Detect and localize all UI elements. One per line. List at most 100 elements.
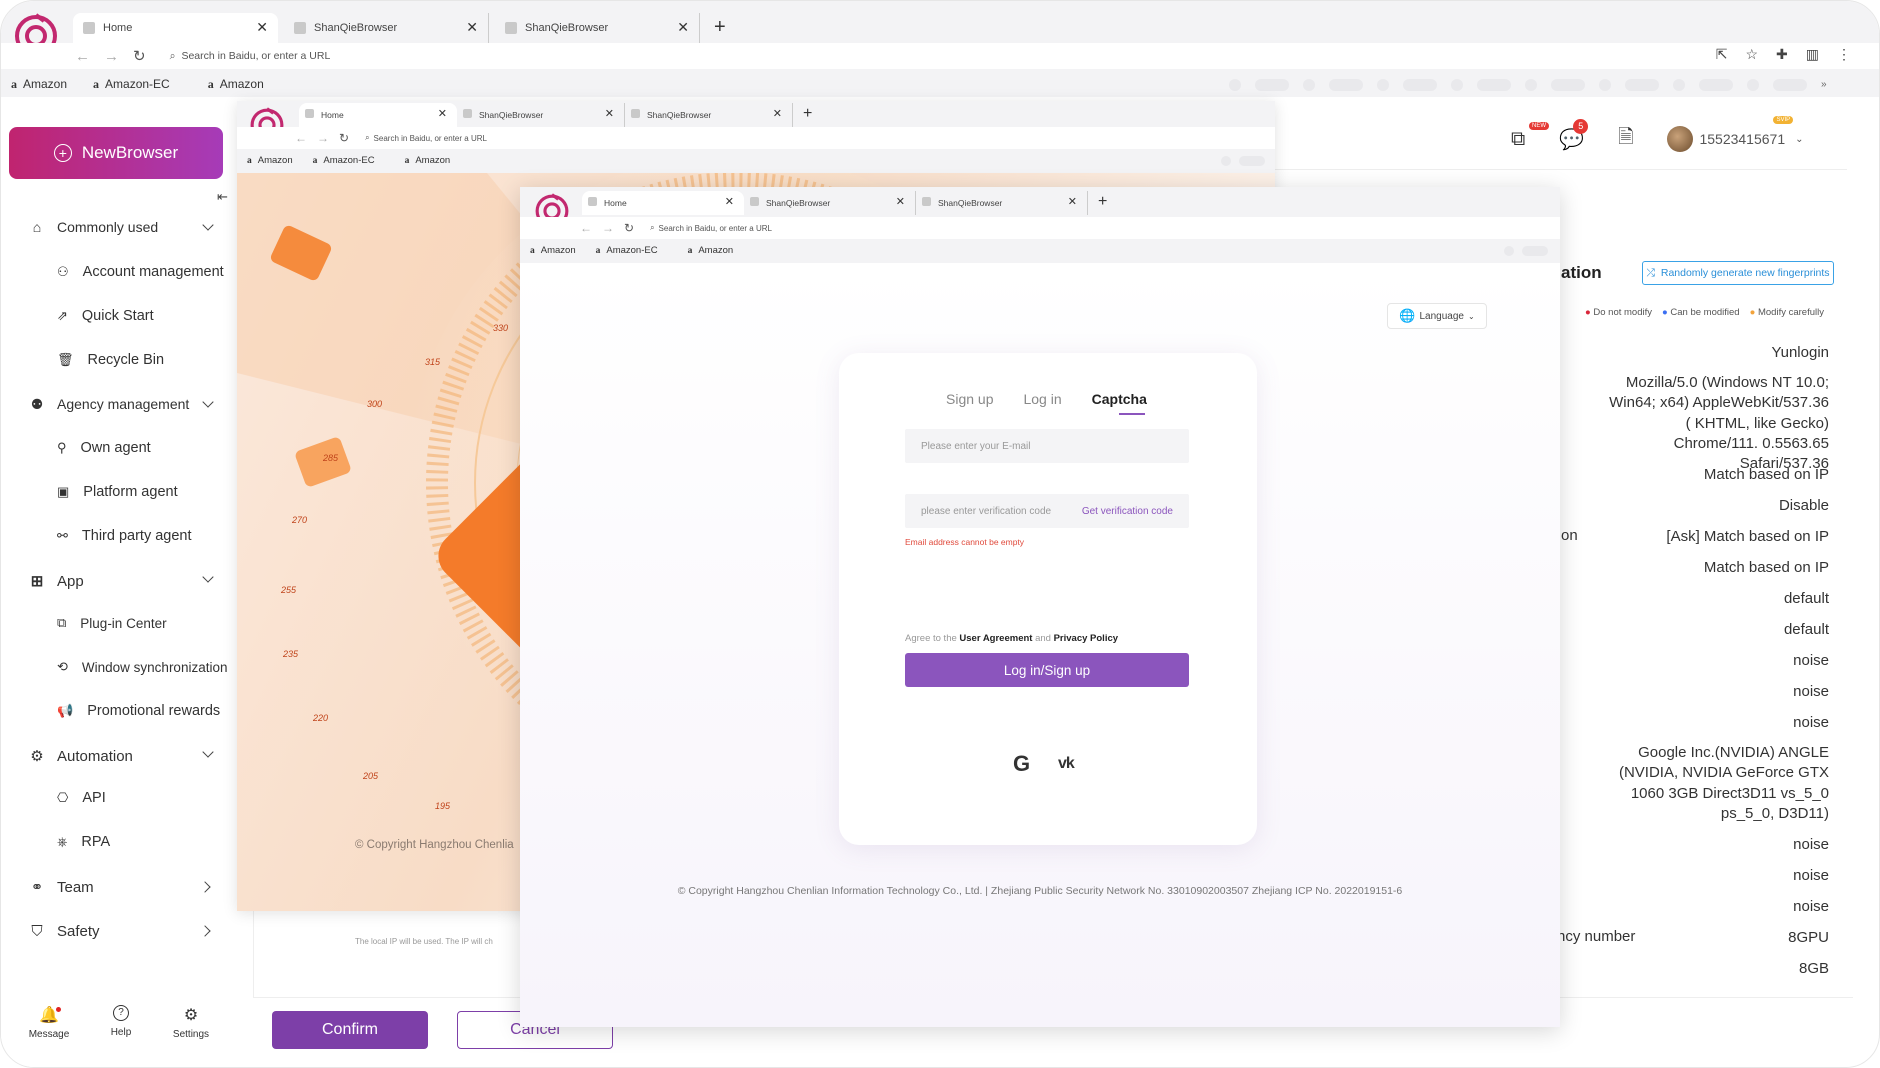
address-bar[interactable]: ⌕ Search in Baidu, or enter a URL bbox=[644, 219, 1524, 237]
get-verification-code-link[interactable]: Get verification code bbox=[1082, 506, 1173, 517]
sidebar-section-agency-management[interactable]: ⚉ Agency management bbox=[27, 394, 190, 414]
random-fingerprint-button[interactable]: ⤮ Randomly generate new fingerprints bbox=[1642, 261, 1834, 285]
close-icon[interactable]: ✕ bbox=[773, 107, 782, 120]
sidebar-section-team[interactable]: ⚭ Team bbox=[27, 877, 94, 897]
sidebar-item-quick-start[interactable]: ⇗ Quick Start bbox=[57, 308, 154, 324]
tab-shanqie[interactable]: ShanQieBrowser ✕ bbox=[457, 103, 625, 127]
sidebar-item-plugin-center[interactable]: ⧉ Plug-in Center bbox=[57, 615, 167, 631]
sidebar-section-automation[interactable]: ⚙ Automation bbox=[27, 746, 133, 766]
chat-button[interactable]: 💬 5 bbox=[1559, 118, 1589, 152]
back-icon[interactable]: ← bbox=[75, 48, 90, 65]
sidebar-section-app[interactable]: ⊞ App bbox=[27, 571, 84, 591]
chevron-down-icon[interactable] bbox=[202, 571, 214, 583]
sidebar-item-account-management[interactable]: ⚇ Account management bbox=[57, 264, 224, 280]
sidebar-item-recycle-bin[interactable]: 🗑 Recycle Bin bbox=[57, 352, 164, 368]
close-icon[interactable]: ✕ bbox=[438, 107, 447, 120]
sidebar-message[interactable]: 🔔 Message bbox=[27, 1005, 71, 1040]
message-label: Message bbox=[28, 1029, 70, 1040]
tab-shanqie[interactable]: ShanQieBrowser ✕ bbox=[916, 191, 1088, 215]
bookmark-amazon[interactable]: a Amazon bbox=[688, 245, 734, 256]
more-icon[interactable]: ⋮ bbox=[1837, 46, 1851, 63]
sidebar-toggle-icon[interactable]: ▥ bbox=[1806, 46, 1819, 63]
forward-icon[interactable]: → bbox=[602, 221, 614, 235]
chevron-right-icon[interactable] bbox=[199, 925, 211, 937]
bookmark-amazon[interactable]: a Amazon bbox=[530, 245, 576, 256]
section-label: Automation bbox=[57, 747, 133, 765]
reload-icon[interactable]: ↻ bbox=[133, 47, 146, 65]
address-bar[interactable]: ⌕ Search in Baidu, or enter a URL bbox=[160, 45, 1720, 67]
user-agreement-link[interactable]: User Agreement bbox=[959, 633, 1032, 644]
new-tab-icon[interactable]: + bbox=[1098, 191, 1107, 215]
collapse-sidebar-icon[interactable]: ⇤ bbox=[217, 189, 228, 205]
tab-captcha[interactable]: Captcha bbox=[1092, 391, 1147, 407]
api-icon: ⎔ bbox=[57, 790, 69, 805]
back-icon[interactable]: ← bbox=[580, 221, 592, 235]
google-login-icon[interactable]: G bbox=[1013, 751, 1030, 777]
bookmark-amazon[interactable]: a Amazon bbox=[247, 155, 293, 166]
close-icon[interactable]: ✕ bbox=[896, 195, 905, 208]
star-icon[interactable]: ☆ bbox=[1745, 46, 1758, 63]
speed-tick-label: 300 bbox=[367, 399, 383, 409]
reload-icon[interactable]: ↻ bbox=[339, 131, 349, 145]
close-icon[interactable]: ✕ bbox=[256, 19, 268, 36]
reload-icon[interactable]: ↻ bbox=[624, 221, 634, 235]
bookmark-amazon-ec[interactable]: a Amazon-EC bbox=[596, 245, 658, 256]
forward-icon[interactable]: → bbox=[104, 48, 119, 65]
bookmark-amazon-ec[interactable]: a Amazon-EC bbox=[93, 77, 170, 92]
chevron-down-icon[interactable] bbox=[202, 219, 214, 231]
new-browser-button[interactable]: + NewBrowser bbox=[9, 127, 223, 179]
sidebar-help[interactable]: ? Help bbox=[99, 1005, 143, 1038]
sidebar-item-platform-agent[interactable]: ▣ Platform agent bbox=[57, 484, 178, 500]
close-icon[interactable]: ✕ bbox=[605, 107, 614, 120]
chevron-right-icon[interactable] bbox=[199, 881, 211, 893]
bookmark-amazon[interactable]: a Amazon bbox=[11, 77, 67, 92]
login-signup-button[interactable]: Log in/Sign up bbox=[905, 653, 1189, 687]
sidebar-item-own-agent[interactable]: ⚲ Own agent bbox=[57, 440, 151, 456]
address-bar[interactable]: ⌕ Search in Baidu, or enter a URL bbox=[359, 129, 1239, 147]
sidebar-section-safety[interactable]: ⛉ Safety bbox=[27, 921, 99, 941]
bookmark-amazon[interactable]: a Amazon bbox=[405, 155, 451, 166]
sidebar-item-third-party-agent[interactable]: ⚯ Third party agent bbox=[57, 528, 192, 544]
sidebar-item-api[interactable]: ⎔ API bbox=[57, 790, 106, 806]
bookmark-label: Amazon bbox=[23, 77, 68, 91]
vk-login-icon[interactable]: vk bbox=[1058, 755, 1075, 773]
tab-sign-up[interactable]: Sign up bbox=[946, 391, 993, 407]
extension-icon[interactable]: ✚ bbox=[1776, 46, 1788, 63]
close-icon[interactable]: ✕ bbox=[1068, 195, 1077, 208]
sidebar-item-window-sync[interactable]: ⟲ Window synchronization bbox=[57, 659, 227, 675]
tab-shanqie[interactable]: ShanQieBrowser ✕ bbox=[495, 13, 700, 43]
document-button[interactable]: 🗎 bbox=[1618, 123, 1633, 155]
close-icon[interactable]: ✕ bbox=[677, 19, 689, 36]
tab-shanqie[interactable]: ShanQieBrowser ✕ bbox=[744, 191, 916, 215]
bookmark-amazon-ec[interactable]: a Amazon-EC bbox=[313, 155, 375, 166]
tab-shanqie[interactable]: ShanQieBrowser ✕ bbox=[284, 13, 489, 43]
sidebar-section-commonly-used[interactable]: ⌂ Commonly used bbox=[27, 217, 158, 237]
new-tab-icon[interactable]: + bbox=[714, 13, 726, 43]
confirm-button[interactable]: Confirm bbox=[272, 1011, 428, 1049]
user-menu[interactable]: 15523415671 SVIP ⌄ bbox=[1667, 116, 1804, 152]
tab-home[interactable]: Home ✕ bbox=[73, 13, 278, 43]
fp-webrtc: Disable bbox=[1778, 497, 1829, 514]
share-icon[interactable]: ⇱ bbox=[1716, 46, 1728, 63]
email-field[interactable]: Please enter your E-mail bbox=[905, 429, 1189, 463]
sidebar-item-rpa[interactable]: ⎈ RPA bbox=[57, 834, 110, 850]
close-icon[interactable]: ✕ bbox=[725, 195, 734, 208]
tab-home[interactable]: Home ✕ bbox=[582, 191, 744, 215]
verification-code-field[interactable]: please enter verification code Get verif… bbox=[905, 494, 1189, 528]
bookmark-amazon[interactable]: a Amazon bbox=[208, 77, 264, 92]
speed-tick-label: 205 bbox=[363, 771, 379, 781]
sidebar-item-promotional-rewards[interactable]: 📢 Promotional rewards bbox=[57, 703, 220, 719]
chevron-down-icon[interactable] bbox=[202, 396, 214, 408]
layers-button[interactable]: ⧉ NEW bbox=[1511, 121, 1549, 151]
tab-log-in[interactable]: Log in bbox=[1023, 391, 1061, 407]
back-icon[interactable]: ← bbox=[295, 131, 307, 145]
close-icon[interactable]: ✕ bbox=[466, 19, 478, 36]
sidebar-settings[interactable]: ⚙ Settings bbox=[169, 1005, 213, 1040]
language-selector[interactable]: 🌐 Language ⌄ bbox=[1387, 303, 1487, 329]
tab-home[interactable]: Home ✕ bbox=[299, 103, 457, 127]
privacy-policy-link[interactable]: Privacy Policy bbox=[1054, 633, 1118, 644]
forward-icon[interactable]: → bbox=[317, 131, 329, 145]
new-tab-icon[interactable]: + bbox=[803, 103, 812, 127]
chevron-down-icon[interactable] bbox=[202, 746, 214, 758]
tab-shanqie[interactable]: ShanQieBrowser ✕ bbox=[625, 103, 793, 127]
